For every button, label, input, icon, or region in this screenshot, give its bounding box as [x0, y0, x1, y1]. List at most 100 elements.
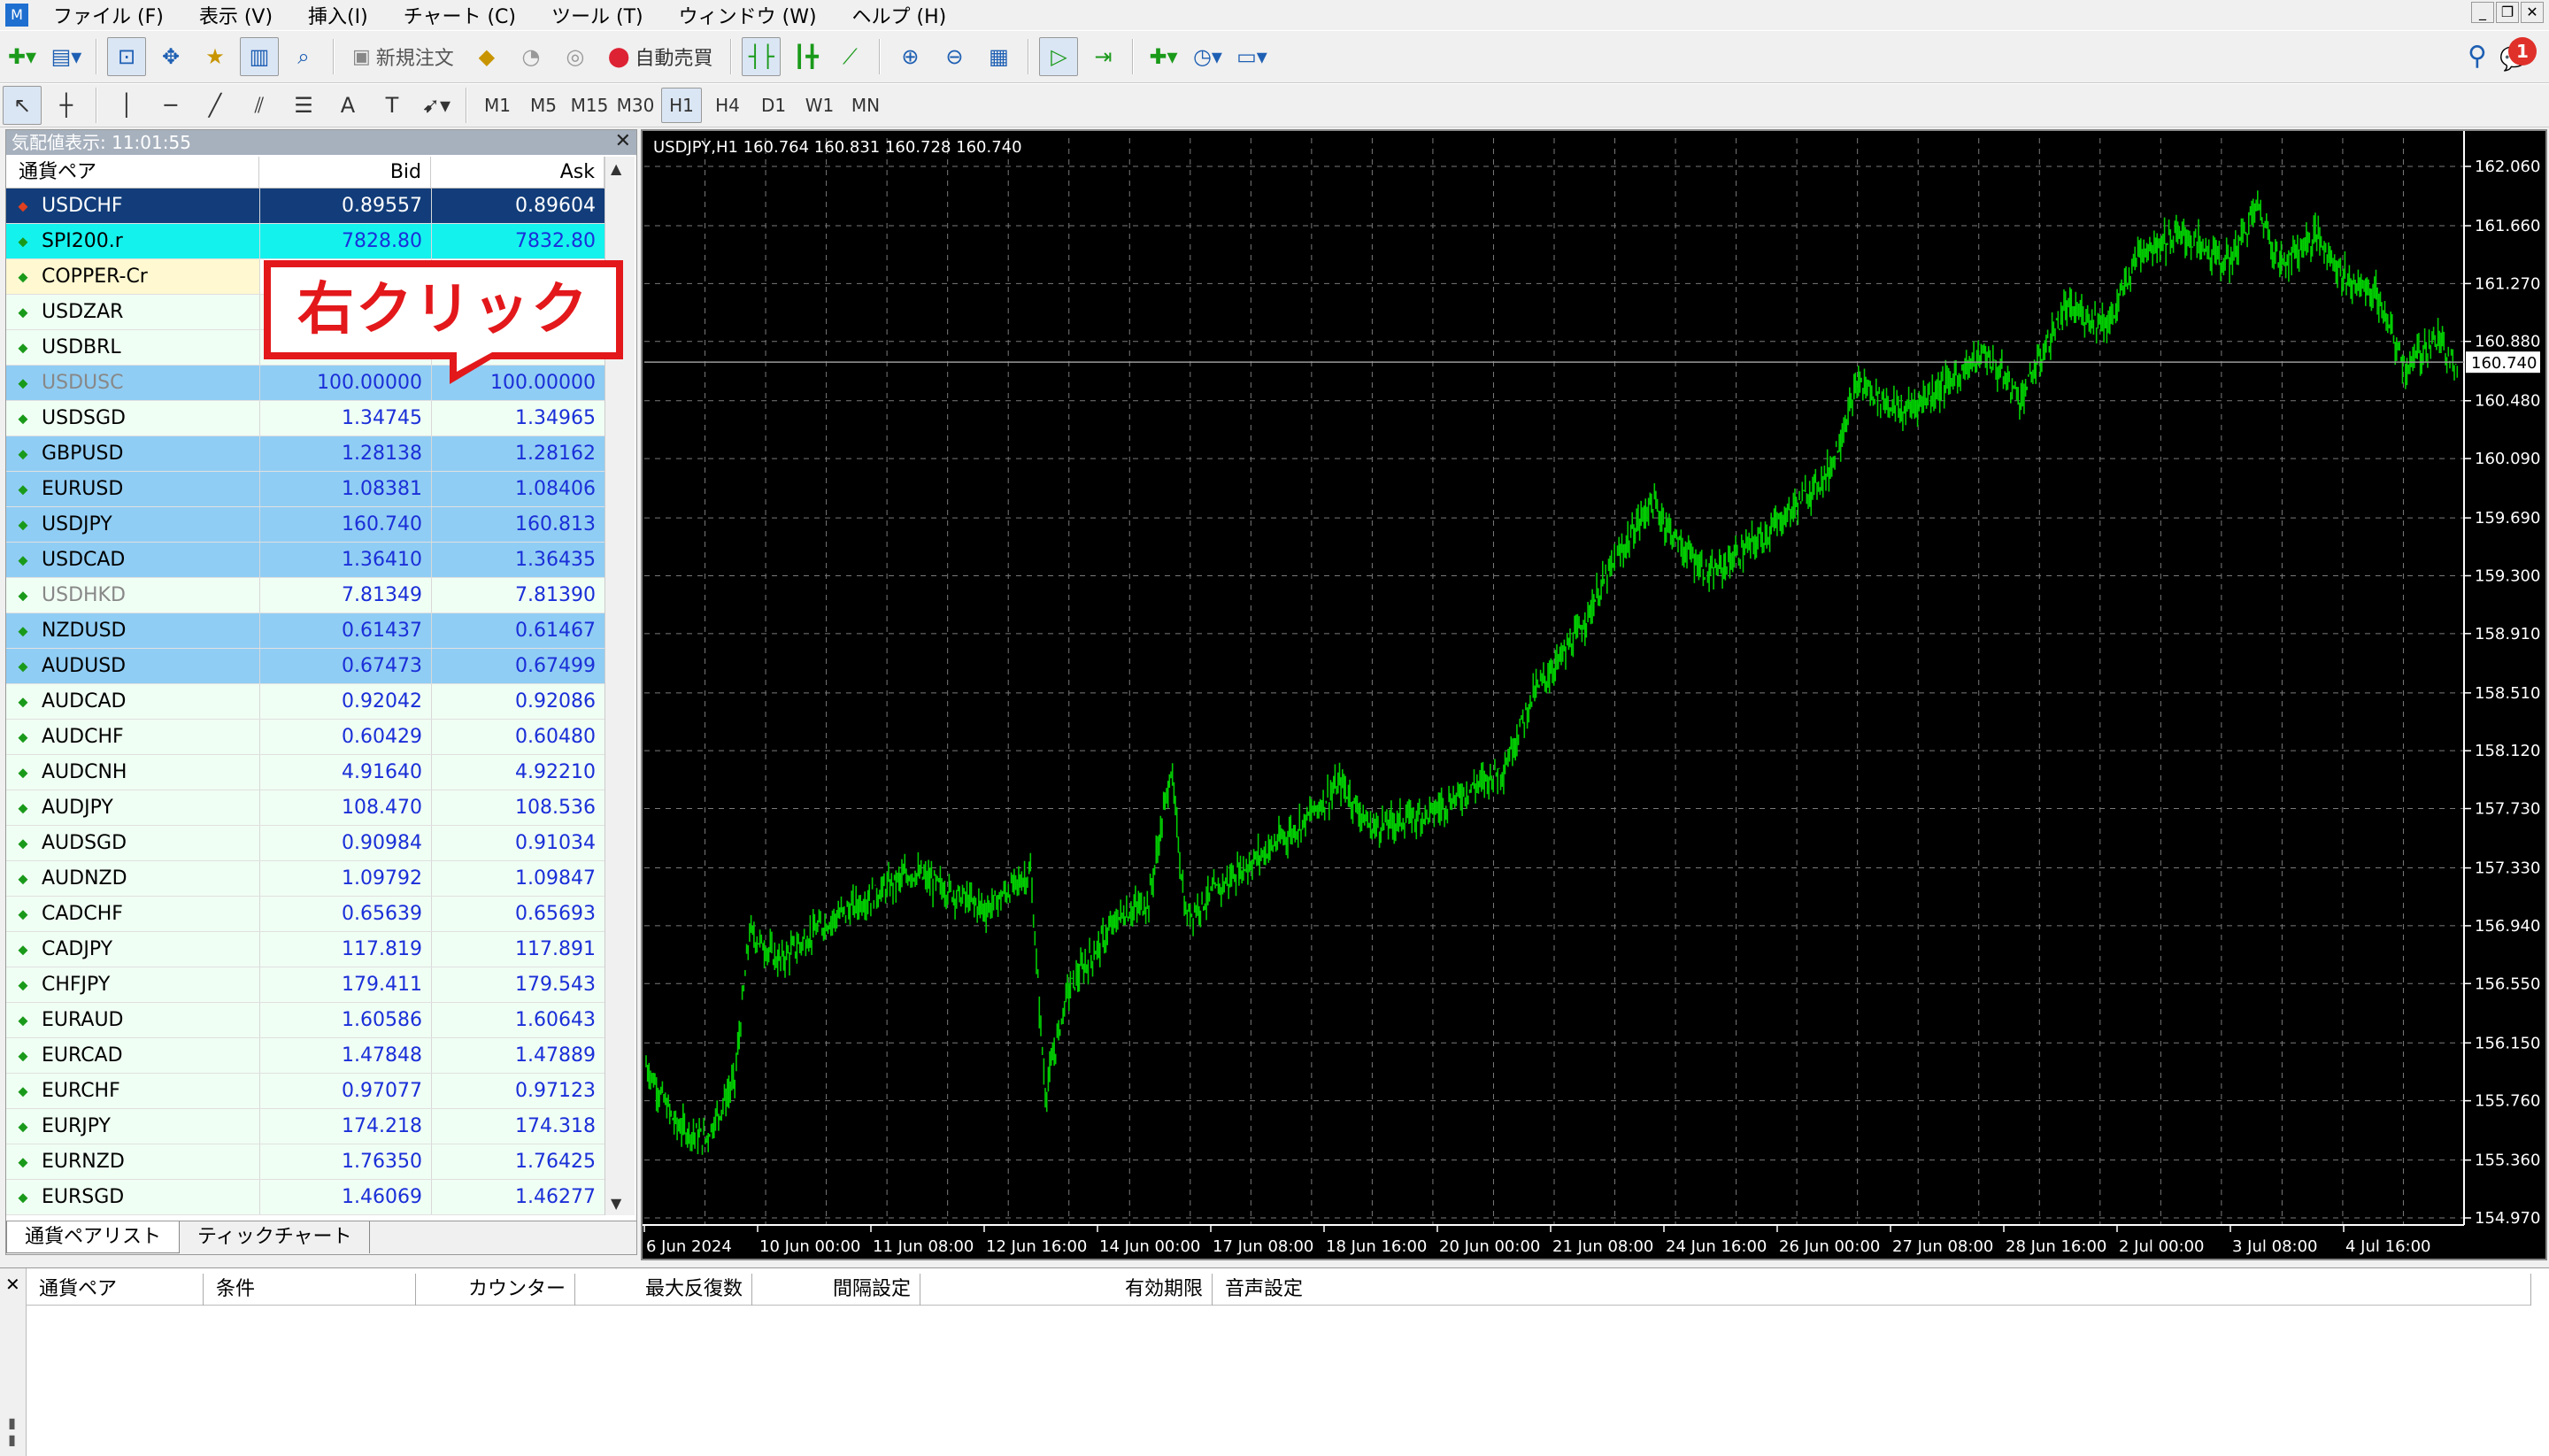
symbol-row-cadchf[interactable]: ⬥ CADCHF 0.65639 0.65693 — [6, 897, 605, 932]
new-chart-icon[interactable]: ✚▾ — [3, 37, 42, 76]
menu-help[interactable]: ヘルプ (H) — [835, 1, 965, 29]
symbol-row-audnzd[interactable]: ⬥ AUDNZD 1.09792 1.09847 — [6, 861, 605, 897]
symbol-row-nzdusd[interactable]: ⬥ NZDUSD 0.61437 0.61467 — [6, 613, 605, 649]
timeframe-d1[interactable]: D1 — [753, 88, 794, 123]
close-icon[interactable]: ✕ — [5, 1274, 20, 1295]
candlestick-icon[interactable]: ┃╋ — [786, 37, 825, 76]
menu-view[interactable]: 表示 (V) — [181, 1, 290, 29]
column-symbol[interactable]: 通貨ペア — [6, 157, 259, 189]
timeframe-h4[interactable]: H4 — [707, 88, 748, 123]
close-icon[interactable]: ✕ — [2521, 2, 2544, 23]
symbol-row-audsgd[interactable]: ⬥ AUDSGD 0.90984 0.91034 — [6, 826, 605, 861]
auto-scroll-icon[interactable]: ▷ — [1039, 37, 1079, 76]
vps-icon[interactable]: ◎ — [556, 37, 595, 76]
menu-tools[interactable]: ツール (T) — [534, 1, 661, 29]
new-order-button[interactable]: ▣ 新規注文 — [344, 37, 462, 76]
terminal-icon[interactable]: ▥ — [240, 37, 279, 76]
column-symbol[interactable]: 通貨ペア — [27, 1274, 204, 1306]
vertical-line-icon[interactable]: │ — [107, 86, 146, 125]
symbol-row-cadjpy[interactable]: ⬥ CADJPY 117.819 117.891 — [6, 932, 605, 967]
crosshair-icon[interactable]: ┼ — [47, 86, 86, 125]
symbol-row-usdcad[interactable]: ⬥ USDCAD 1.36410 1.36435 — [6, 543, 605, 578]
symbol-row-audcad[interactable]: ⬥ AUDCAD 0.92042 0.92086 — [6, 684, 605, 720]
timeframe-h1[interactable]: H1 — [661, 88, 702, 123]
timeframe-w1[interactable]: W1 — [799, 88, 840, 123]
symbol-row-usdchf[interactable]: ⬥ USDCHF 0.89557 0.89604 — [6, 189, 605, 224]
symbol-row-eurusd[interactable]: ⬥ EURUSD 1.08381 1.08406 — [6, 472, 605, 507]
symbol-row-usdusc[interactable]: ⬥ USDUSC 100.00000 100.00000 — [6, 366, 605, 401]
indicators-icon[interactable]: ✚▾ — [1144, 37, 1182, 76]
symbol-row-eurjpy[interactable]: ⬥ EURJPY 174.218 174.318 — [6, 1109, 605, 1144]
menu-window[interactable]: ウィンドウ (W) — [661, 1, 835, 29]
symbol-row-gbpusd[interactable]: ⬥ GBPUSD 1.28138 1.28162 — [6, 436, 605, 472]
tab-symbols[interactable]: 通貨ペアリスト — [6, 1221, 181, 1253]
menu-insert[interactable]: 挿入(I) — [290, 1, 386, 29]
navigator-icon[interactable]: ★ — [196, 37, 235, 76]
column-expiration[interactable]: 有効期限 — [920, 1274, 1213, 1306]
symbol-row-eurnzd[interactable]: ⬥ EURNZD 1.76350 1.76425 — [6, 1144, 605, 1180]
horizontal-line-icon[interactable]: ─ — [151, 86, 190, 125]
tab-tick-chart[interactable]: ティックチャート — [180, 1221, 371, 1253]
symbol-name: AUDCNH — [42, 760, 127, 783]
menu-file[interactable]: ファイル (F) — [35, 1, 181, 29]
column-counter[interactable]: カウンター — [416, 1274, 575, 1306]
channel-icon[interactable]: ⫽ — [240, 86, 279, 125]
symbol-row-eurcad[interactable]: ⬥ EURCAD 1.47848 1.47889 — [6, 1038, 605, 1074]
symbol-row-usdsgd[interactable]: ⬥ USDSGD 1.34745 1.34965 — [6, 401, 605, 436]
menu-chart[interactable]: チャート (C) — [386, 1, 534, 29]
column-condition[interactable]: 条件 — [204, 1274, 416, 1306]
periods-icon[interactable]: ◷▾ — [1188, 37, 1227, 76]
tile-windows-icon[interactable]: ▦ — [979, 37, 1018, 76]
chart-window[interactable]: 162.060 161.660 161.270 160.880 160.480 160.0… — [641, 129, 2547, 1260]
cursor-icon[interactable]: ↖ — [3, 86, 42, 125]
symbol-row-usdjpy[interactable]: ⬥ USDJPY 160.740 160.813 — [6, 507, 605, 543]
profiles-icon[interactable]: ▤▾ — [47, 37, 86, 76]
arrows-icon[interactable]: ➹▾ — [417, 86, 456, 125]
data-window-icon[interactable]: ✥ — [151, 37, 190, 76]
column-bid[interactable]: Bid — [259, 157, 431, 189]
metaeditor-icon[interactable]: ◆ — [467, 37, 506, 76]
chart-shift-icon[interactable]: ⇥ — [1083, 37, 1122, 76]
scroll-down-icon[interactable]: ▼ — [611, 1195, 621, 1212]
trendline-icon[interactable]: ╱ — [196, 86, 235, 125]
strategy-tester-icon[interactable]: ⌕ — [284, 37, 323, 76]
up-down-arrow-icon: ⬥ — [18, 621, 28, 639]
timeframe-m5[interactable]: M5 — [523, 88, 564, 123]
timeframe-m30[interactable]: M30 — [615, 88, 656, 123]
symbol-row-euraud[interactable]: ⬥ EURAUD 1.60586 1.60643 — [6, 1003, 605, 1038]
restore-icon[interactable]: ❐ — [2496, 2, 2519, 23]
timeframe-m15[interactable]: M15 — [569, 88, 610, 123]
market-watch-icon[interactable]: ⊡ — [107, 37, 146, 76]
search-icon[interactable]: ⚲ — [2468, 41, 2487, 72]
zoom-in-icon[interactable]: ⊕ — [890, 37, 929, 76]
symbol-row-audjpy[interactable]: ⬥ AUDJPY 108.470 108.536 — [6, 790, 605, 826]
symbol-row-audchf[interactable]: ⬥ AUDCHF 0.60429 0.60480 — [6, 720, 605, 755]
symbol-row-usdhkd[interactable]: ⬥ USDHKD 7.81349 7.81390 — [6, 578, 605, 613]
symbol-row-eursgd[interactable]: ⬥ EURSGD 1.46069 1.46277 — [6, 1180, 605, 1215]
auto-trading-button[interactable]: ⬤ 自動売買 — [600, 37, 721, 76]
fibonacci-icon[interactable]: ☰ — [284, 86, 323, 125]
symbol-row-audusd[interactable]: ⬥ AUDUSD 0.67473 0.67499 — [6, 649, 605, 684]
minimize-icon[interactable]: _ — [2471, 2, 2494, 23]
close-icon[interactable]: ✕ — [615, 130, 631, 152]
timeframe-m1[interactable]: M1 — [477, 88, 518, 123]
column-ask[interactable]: Ask — [431, 157, 605, 189]
text-icon[interactable]: A — [328, 86, 367, 125]
column-max-iterations[interactable]: 最大反復数 — [575, 1274, 752, 1306]
column-interval[interactable]: 間隔設定 — [752, 1274, 920, 1306]
scroll-up-icon[interactable]: ▲ — [611, 160, 621, 177]
zoom-out-icon[interactable]: ⊖ — [935, 37, 974, 76]
symbol-row-eurchf[interactable]: ⬥ EURCHF 0.97077 0.97123 — [6, 1074, 605, 1109]
price-chart[interactable]: 162.060 161.660 161.270 160.880 160.480 160.0… — [643, 131, 2545, 1259]
symbol-row-spi200r[interactable]: ⬥ SPI200.r 7828.80 7832.80 — [6, 224, 605, 259]
templates-icon[interactable]: ▭▾ — [1232, 37, 1271, 76]
symbol-row-audcnh[interactable]: ⬥ AUDCNH 4.91640 4.92210 — [6, 755, 605, 790]
notification-button[interactable]: 💬 1 — [2498, 37, 2537, 76]
text-label-icon[interactable]: T — [373, 86, 412, 125]
timeframe-mn[interactable]: MN — [845, 88, 886, 123]
column-sound[interactable]: 音声設定 — [1213, 1274, 2531, 1306]
signals-icon[interactable]: ◔ — [512, 37, 551, 76]
bar-chart-icon[interactable]: ┤├ — [742, 37, 782, 76]
symbol-row-chfjpy[interactable]: ⬥ CHFJPY 179.411 179.543 — [6, 967, 605, 1003]
line-chart-icon[interactable]: ⟋ — [830, 37, 869, 76]
